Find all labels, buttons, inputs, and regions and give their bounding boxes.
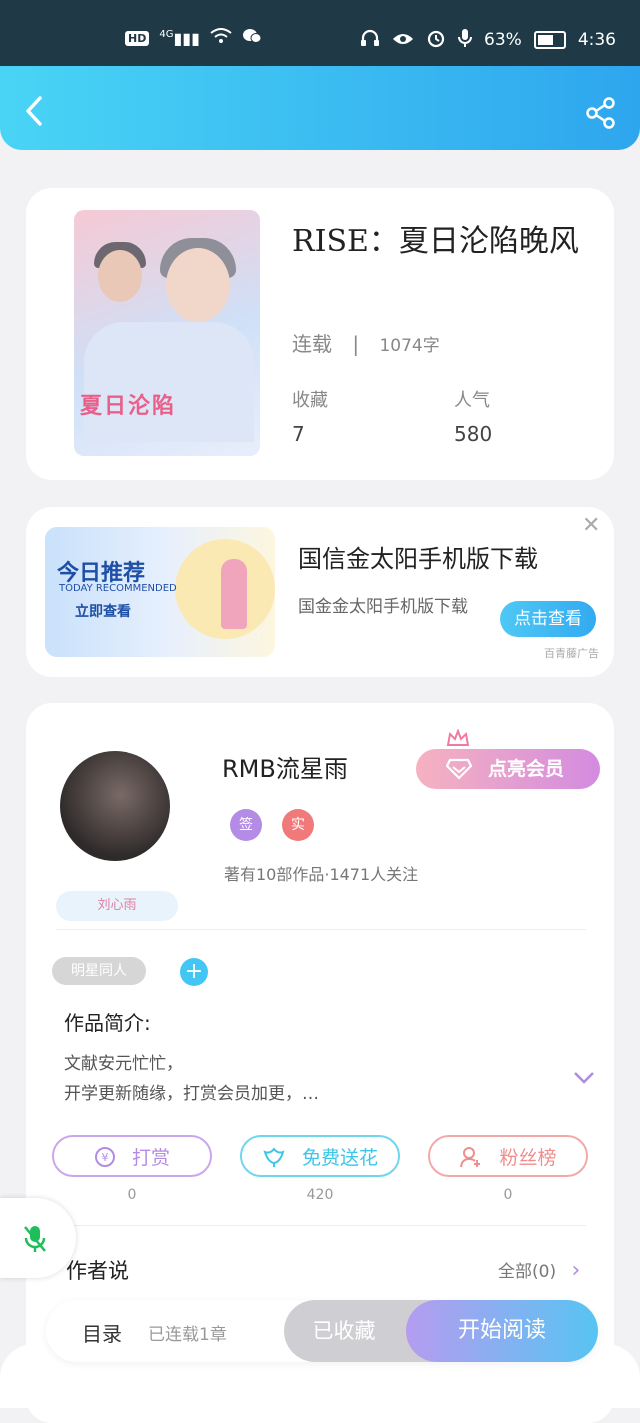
vip-button-label: 点亮会员 (488, 758, 565, 780)
wifi-icon (210, 28, 232, 48)
send-flower-button[interactable]: 免费送花 (240, 1135, 400, 1177)
intro-line-2: 开学更新随缘，打赏会员加更，… (64, 1084, 319, 1104)
fans-rank-label: 粉丝榜 (499, 1147, 557, 1169)
battery-percent: 63% (484, 30, 522, 50)
book-meta: 连载 | 1074字 (292, 328, 440, 357)
fans-count: 0 (503, 1187, 513, 1203)
ad-card[interactable]: 今日推荐 TODAY RECOMMENDED 立即查看 国信金太阳手机版下载 国… (26, 507, 614, 677)
divider (56, 1225, 586, 1226)
bottom-action-bar: 目录 已连载1章 已收藏 开始阅读 (46, 1300, 598, 1362)
collected-label: 已收藏 (312, 1319, 376, 1343)
battery-fill (537, 35, 553, 45)
header-bar (0, 66, 640, 150)
alarm-icon (426, 28, 446, 52)
fans-icon (459, 1147, 489, 1169)
start-reading-button[interactable]: 开始阅读 (406, 1300, 598, 1362)
intro-label: 作品简介: (64, 1011, 151, 1035)
ad-view-button[interactable]: 点击查看 (500, 601, 596, 637)
cover-title-art: 夏日沦陷 (80, 394, 177, 419)
close-icon[interactable]: ✕ (582, 513, 600, 538)
headphones-icon (360, 29, 380, 51)
toc-button[interactable]: 目录 (82, 1318, 122, 1347)
ad-source-label: 百青藤广告 (544, 647, 599, 660)
add-tag-button[interactable]: + (180, 958, 208, 986)
favorites-value: 7 (292, 422, 305, 446)
status-bar: HD 4G▮▮▮ 63% 4:36 (0, 0, 640, 66)
avatar[interactable] (60, 751, 170, 861)
verified-badge: 实 (282, 809, 314, 841)
author-stats: 著有10部作品·1471人关注 (224, 865, 419, 884)
eye-icon (392, 31, 414, 50)
status-right: 63% 4:36 (360, 28, 616, 52)
author-says-label: 作者说 (66, 1259, 129, 1283)
send-flower-label: 免费送花 (302, 1147, 379, 1169)
fans-rank-button[interactable]: 粉丝榜 (428, 1135, 588, 1177)
wechat-icon (242, 28, 262, 48)
cover-figure (166, 248, 230, 322)
hd-icon: HD (125, 30, 150, 46)
flower-icon (262, 1147, 292, 1169)
author-name[interactable]: RMB流星雨 (222, 749, 348, 784)
vip-button[interactable]: 点亮会员 (416, 749, 600, 789)
diamond-icon (445, 749, 473, 793)
banner-button: 立即查看 (75, 604, 131, 620)
popularity-label: 人气 (454, 390, 490, 411)
book-status: 连载 (292, 332, 332, 356)
banner-figure (221, 559, 247, 629)
cover-figure (84, 322, 254, 442)
svg-text:¥: ¥ (101, 1151, 108, 1164)
tip-button-label: 打赏 (132, 1147, 171, 1169)
book-word-count: 1074字 (379, 336, 440, 356)
mic-muted-icon (22, 1224, 48, 1260)
book-title: RISE：夏日沦陷晚风 (292, 224, 579, 259)
all-count-label: 全部(0) (498, 1262, 557, 1282)
chevron-down-icon[interactable] (572, 1067, 596, 1092)
intro-line-1: 文献安元忙忙， (64, 1054, 183, 1074)
status-left: HD 4G▮▮▮ (125, 28, 262, 48)
favorites-label: 收藏 (292, 390, 328, 411)
book-info-card: 夏日沦陷 RISE：夏日沦陷晚风 连载 | 1074字 收藏 7 人气 580 (26, 188, 614, 480)
flower-count: 420 (306, 1187, 334, 1203)
battery-icon (533, 31, 566, 49)
tip-count: 0 (127, 1187, 137, 1203)
toc-status: 已连载1章 (148, 1325, 227, 1345)
chevron-right-icon: › (571, 1258, 581, 1283)
cover-figure (98, 250, 142, 302)
microphone-icon (458, 28, 473, 52)
author-says-all-link[interactable]: 全部(0) › (498, 1257, 580, 1283)
meta-separator: | (352, 332, 360, 356)
back-arrow-icon[interactable] (20, 94, 50, 128)
ad-title: 国信金太阳手机版下载 (298, 545, 538, 573)
share-icon[interactable] (584, 96, 618, 130)
popularity-value: 580 (454, 422, 493, 446)
banner-subtitle: TODAY RECOMMENDED (59, 583, 177, 594)
category-tag[interactable]: 明星同人 (52, 957, 146, 985)
signal-4g-icon: 4G▮▮▮ (159, 28, 200, 48)
yuan-icon: ¥ (94, 1147, 122, 1169)
signature-tag: 刘心雨 (56, 891, 178, 921)
ad-banner-image[interactable]: 今日推荐 TODAY RECOMMENDED 立即查看 (45, 527, 275, 657)
sign-badge: 签 (230, 809, 262, 841)
tip-button[interactable]: ¥ 打赏 (52, 1135, 212, 1177)
book-cover-image[interactable]: 夏日沦陷 (74, 210, 260, 456)
divider (56, 929, 586, 930)
ad-description: 国金金太阳手机版下载 (298, 597, 468, 617)
clock: 4:36 (577, 30, 616, 50)
